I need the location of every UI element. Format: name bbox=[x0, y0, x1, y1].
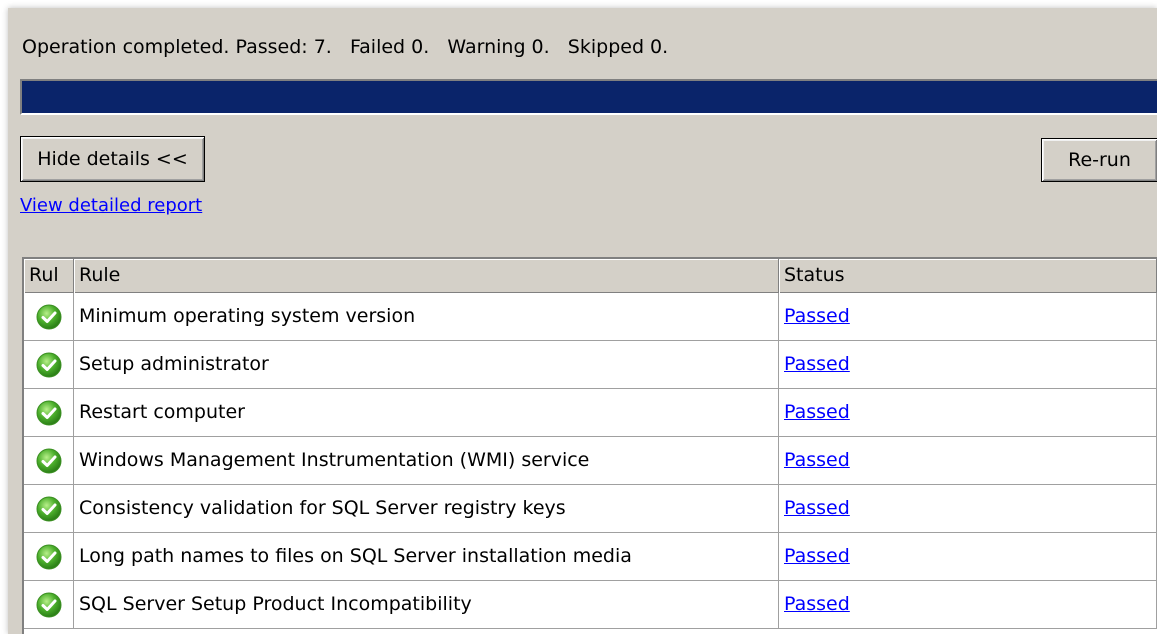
rule-name: Restart computer bbox=[74, 389, 779, 436]
status-cell: Passed bbox=[779, 437, 1157, 484]
rule-name: Setup administrator bbox=[74, 341, 779, 388]
table-row[interactable]: Minimum operating system version Passed bbox=[24, 293, 1157, 341]
row-status-icon-cell bbox=[24, 293, 74, 340]
column-header-icon[interactable]: Rul bbox=[24, 259, 74, 293]
check-circle-icon bbox=[36, 448, 62, 474]
status-cell: Passed bbox=[779, 389, 1157, 436]
check-circle-icon bbox=[36, 304, 62, 330]
status-passed-link[interactable]: Passed bbox=[784, 593, 850, 615]
rule-name: SQL Server Setup Product Incompatibility bbox=[74, 581, 779, 628]
status-passed-link[interactable]: Passed bbox=[784, 449, 850, 471]
row-status-icon-cell bbox=[24, 389, 74, 436]
progress-bar-fill bbox=[22, 81, 1157, 113]
status-passed-link[interactable]: Passed bbox=[784, 305, 850, 327]
hide-details-button[interactable]: Hide details << bbox=[20, 136, 205, 182]
rule-name: Consistency validation for SQL Server re… bbox=[74, 485, 779, 532]
status-cell: Passed bbox=[779, 581, 1157, 628]
check-circle-icon bbox=[36, 592, 62, 618]
status-cell: Passed bbox=[779, 341, 1157, 388]
rule-name: Long path names to files on SQL Server i… bbox=[74, 533, 779, 580]
row-status-icon-cell bbox=[24, 581, 74, 628]
rule-name: Windows Management Instrumentation (WMI)… bbox=[74, 437, 779, 484]
table-row[interactable]: Restart computer Passed bbox=[24, 389, 1157, 437]
rule-name: Minimum operating system version bbox=[74, 293, 779, 340]
status-cell: Passed bbox=[779, 485, 1157, 532]
row-status-icon-cell bbox=[24, 533, 74, 580]
table-row[interactable]: Consistency validation for SQL Server re… bbox=[24, 485, 1157, 533]
rules-table: Rul Rule Status Minimum operating system… bbox=[22, 257, 1157, 634]
row-status-icon-cell bbox=[24, 485, 74, 532]
table-body: Minimum operating system version Passed Se… bbox=[24, 293, 1157, 629]
status-passed-link[interactable]: Passed bbox=[784, 353, 850, 375]
column-header-rule[interactable]: Rule bbox=[74, 259, 779, 293]
check-circle-icon bbox=[36, 352, 62, 378]
rerun-button[interactable]: Re-run bbox=[1041, 138, 1157, 182]
row-status-icon-cell bbox=[24, 437, 74, 484]
check-circle-icon bbox=[36, 544, 62, 570]
row-status-icon-cell bbox=[24, 341, 74, 388]
table-row[interactable]: Long path names to files on SQL Server i… bbox=[24, 533, 1157, 581]
progress-bar bbox=[20, 79, 1157, 115]
table-row[interactable]: SQL Server Setup Product Incompatibility… bbox=[24, 581, 1157, 629]
check-circle-icon bbox=[36, 496, 62, 522]
status-passed-link[interactable]: Passed bbox=[784, 401, 850, 423]
status-passed-link[interactable]: Passed bbox=[784, 497, 850, 519]
status-cell: Passed bbox=[779, 533, 1157, 580]
operation-status-text: Operation completed. Passed: 7. Failed 0… bbox=[22, 36, 669, 58]
view-detailed-report-link[interactable]: View detailed report bbox=[20, 195, 202, 216]
check-circle-icon bbox=[36, 400, 62, 426]
setup-window: Operation completed. Passed: 7. Failed 0… bbox=[8, 8, 1157, 634]
column-header-status[interactable]: Status bbox=[779, 259, 1157, 293]
status-passed-link[interactable]: Passed bbox=[784, 545, 850, 567]
table-header: Rul Rule Status bbox=[24, 259, 1157, 293]
table-row[interactable]: Setup administrator Passed bbox=[24, 341, 1157, 389]
table-row[interactable]: Windows Management Instrumentation (WMI)… bbox=[24, 437, 1157, 485]
status-cell: Passed bbox=[779, 293, 1157, 340]
